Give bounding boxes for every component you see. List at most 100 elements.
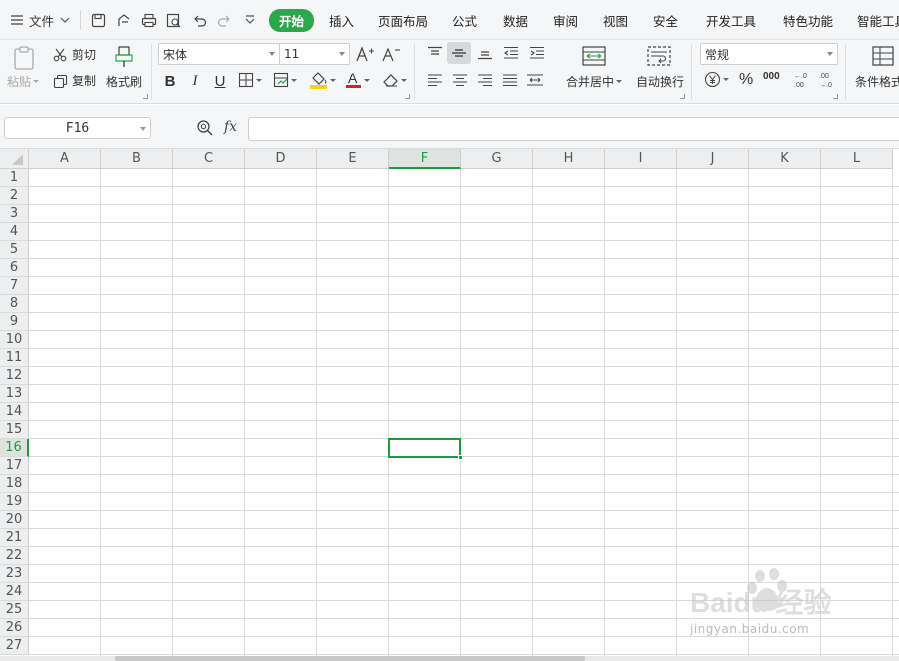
paste-dropdown[interactable]: 粘贴 [7,73,40,90]
merge-center-button[interactable]: 合并居中 [566,73,623,90]
cell-style-button[interactable] [273,72,297,88]
clear-format-button[interactable] [382,72,407,88]
wrap-text-icon-button[interactable] [644,43,674,69]
align-left-button[interactable] [424,70,446,90]
column-header-d[interactable]: D [245,149,317,169]
column-header-j[interactable]: J [677,149,749,169]
column-header-l[interactable]: L [821,149,893,169]
print-preview-button[interactable] [166,0,182,40]
insert-function-button[interactable]: fx [224,119,237,135]
row-header-21[interactable]: 21 [0,529,29,547]
find-function-button[interactable] [196,119,214,140]
row-header-10[interactable]: 10 [0,331,29,349]
tab-page-layout[interactable]: 页面布局 [378,11,428,30]
row-header-4[interactable]: 4 [0,223,29,241]
row-header-5[interactable]: 5 [0,241,29,259]
conditional-format-label[interactable]: 条件格式 [855,73,899,90]
column-header-c[interactable]: C [173,149,245,169]
font-name-select[interactable]: 宋体 [158,43,280,65]
column-header-g[interactable]: G [461,149,533,169]
number-group-launcher[interactable] [833,94,838,99]
row-header-27[interactable]: 27 [0,637,29,655]
align-top-button[interactable] [424,43,446,63]
column-header-a[interactable]: A [29,149,101,169]
italic-button[interactable]: I [186,70,204,92]
increase-font-size-button[interactable] [354,43,376,65]
column-header-e[interactable]: E [317,149,389,169]
percent-button[interactable]: % [739,71,753,89]
align-bottom-button[interactable] [474,43,496,63]
number-format-select[interactable]: 常规 [700,43,838,65]
align-middle-button[interactable] [447,42,471,64]
column-header-k[interactable]: K [749,149,821,169]
row-header-16[interactable]: 16 [0,439,29,457]
row-header-19[interactable]: 19 [0,493,29,511]
decrease-font-size-button[interactable] [380,43,402,65]
column-header-h[interactable]: H [533,149,605,169]
row-header-14[interactable]: 14 [0,403,29,421]
distributed-align-button[interactable] [524,70,546,90]
font-group-launcher[interactable] [405,94,410,99]
font-size-select[interactable]: 11 [279,43,350,65]
paste-button[interactable] [10,44,38,72]
row-header-15[interactable]: 15 [0,421,29,439]
row-header-17[interactable]: 17 [0,457,29,475]
row-header-7[interactable]: 7 [0,277,29,295]
row-header-9[interactable]: 9 [0,313,29,331]
increase-indent-button[interactable] [526,43,548,63]
select-all-corner[interactable] [0,149,29,169]
increase-decimal-button[interactable]: ←.0.00 [790,70,812,90]
tab-home[interactable]: 开始 [269,8,315,32]
row-header-11[interactable]: 11 [0,349,29,367]
undo-button[interactable] [192,0,207,40]
tab-data[interactable]: 数据 [503,11,528,30]
tab-insert[interactable]: 插入 [329,11,354,30]
thousands-separator-button[interactable]: 000 [763,71,780,82]
format-painter-button[interactable] [109,44,139,70]
merge-center-icon-button[interactable] [578,43,610,69]
row-header-26[interactable]: 26 [0,619,29,637]
align-right-button[interactable] [474,70,496,90]
tab-special-features[interactable]: 特色功能 [783,11,833,30]
row-header-22[interactable]: 22 [0,547,29,565]
row-header-6[interactable]: 6 [0,259,29,277]
conditional-format-icon-button[interactable] [868,43,898,69]
tab-review[interactable]: 审阅 [553,11,578,30]
decrease-decimal-button[interactable]: .00 →.0 [815,70,837,90]
decrease-indent-button[interactable] [500,43,522,63]
row-header-25[interactable]: 25 [0,601,29,619]
cut-button[interactable]: 剪切 [53,46,96,63]
font-color-button[interactable]: A [346,70,370,89]
print-button[interactable] [141,0,157,40]
wrap-text-button[interactable]: 自动换行 [636,73,684,90]
row-header-13[interactable]: 13 [0,385,29,403]
save-button[interactable] [91,0,106,40]
column-header-i[interactable]: I [605,149,677,169]
horizontal-scrollbar-thumb[interactable] [115,656,585,661]
name-box[interactable]: F16 [4,117,151,139]
fill-handle[interactable] [458,455,463,460]
row-header-1[interactable]: 1 [0,169,29,187]
align-center-button[interactable] [449,70,471,90]
row-header-12[interactable]: 12 [0,367,29,385]
export-button[interactable] [116,0,131,40]
row-header-24[interactable]: 24 [0,583,29,601]
row-header-23[interactable]: 23 [0,565,29,583]
column-header-b[interactable]: B [101,149,173,169]
row-header-2[interactable]: 2 [0,187,29,205]
tab-formulas[interactable]: 公式 [452,11,477,30]
bold-button[interactable]: B [161,70,179,92]
column-header-f[interactable]: F [389,149,461,169]
row-header-3[interactable]: 3 [0,205,29,223]
active-cell-f16[interactable] [388,438,463,460]
customize-toolbar-button[interactable] [244,0,256,40]
justify-button[interactable] [499,70,521,90]
tab-smart-tools[interactable]: 智能工具 [857,11,899,30]
borders-button[interactable] [238,72,262,88]
clipboard-group-launcher[interactable] [143,94,148,99]
formula-input[interactable] [248,117,899,141]
tab-view[interactable]: 视图 [603,11,628,30]
underline-button[interactable]: U [210,70,230,92]
row-header-8[interactable]: 8 [0,295,29,313]
redo-button[interactable] [217,0,232,40]
